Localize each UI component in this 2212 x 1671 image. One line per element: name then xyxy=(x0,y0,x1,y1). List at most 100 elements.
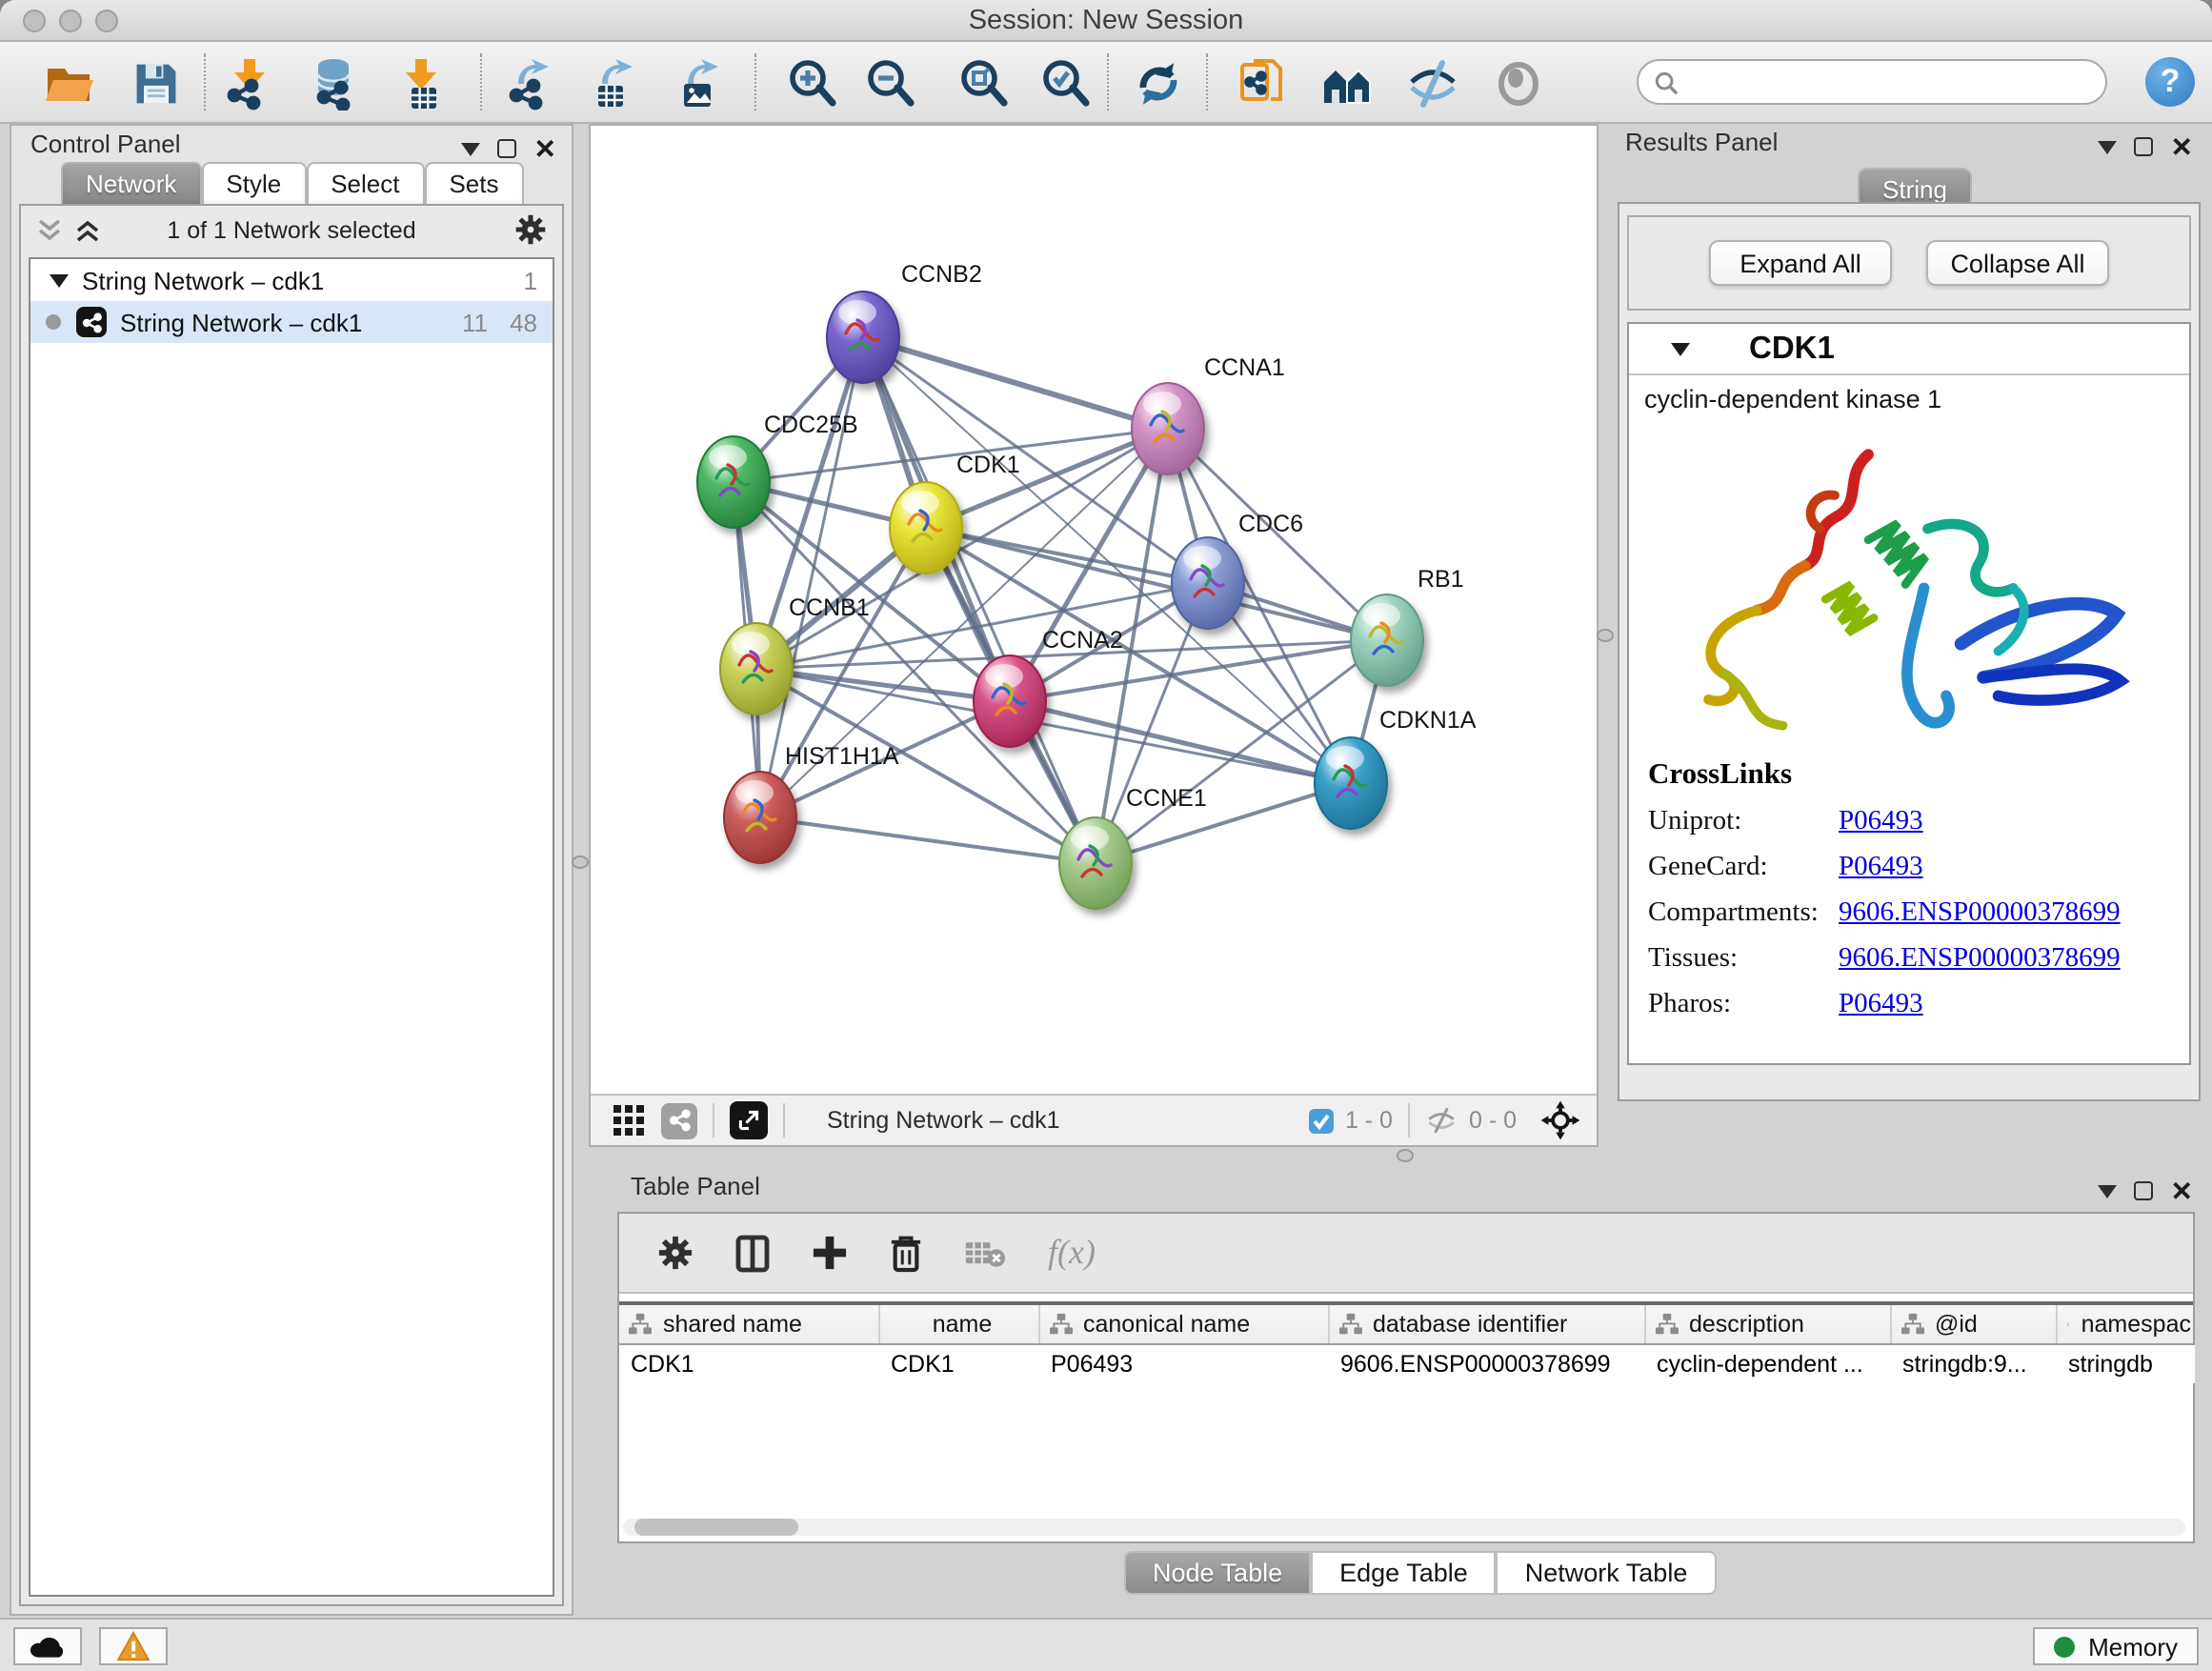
protein-node-CDC6[interactable] xyxy=(1172,537,1244,629)
crosslink-row: Compartments: 9606.ENSP00000378699 xyxy=(1648,897,2121,930)
tab-network-table[interactable]: Network Table xyxy=(1497,1551,1717,1595)
gene-header-row[interactable]: CDK1 xyxy=(1629,324,2189,375)
panel-menu-icon[interactable] xyxy=(462,142,481,155)
crosslink-link[interactable]: 9606.ENSP00000378699 xyxy=(1839,897,2121,930)
protein-node-CCNE1[interactable] xyxy=(1059,817,1132,909)
network-row[interactable]: String Network – cdk1 11 48 xyxy=(30,301,553,343)
protein-node-HIST1H1A[interactable] xyxy=(724,772,796,863)
protein-node-CCNA2[interactable] xyxy=(974,655,1046,747)
zoom-fit-button[interactable] xyxy=(953,53,1014,114)
string-home-button[interactable] xyxy=(1317,53,1377,114)
cell-shared-name[interactable]: CDK1 xyxy=(619,1343,878,1383)
tab-edge-table[interactable]: Edge Table xyxy=(1311,1551,1497,1595)
tab-select[interactable]: Select xyxy=(306,162,424,204)
collapse-all-button[interactable]: Collapse All xyxy=(1926,240,2109,286)
panel-menu-icon[interactable] xyxy=(2099,140,2118,153)
zoom-in-button[interactable] xyxy=(781,53,842,114)
panel-float-icon[interactable] xyxy=(2135,137,2154,156)
search-box[interactable] xyxy=(1637,59,2107,105)
left-splitter-handle[interactable] xyxy=(572,856,589,869)
cell-canonical-name[interactable]: P06493 xyxy=(1038,1343,1328,1383)
bottom-splitter-handle[interactable] xyxy=(1397,1149,1414,1162)
import-network-file-button[interactable] xyxy=(219,53,280,114)
save-session-button[interactable] xyxy=(126,53,187,114)
export-network-button[interactable] xyxy=(501,53,562,114)
tab-node-table[interactable]: Node Table xyxy=(1124,1551,1311,1595)
export-image-button[interactable] xyxy=(667,53,728,114)
scrollbar-thumb[interactable] xyxy=(634,1519,798,1536)
protein-node-CDC25B[interactable] xyxy=(697,436,770,528)
help-button[interactable]: ? xyxy=(2145,57,2195,107)
zoom-selected-button[interactable] xyxy=(1035,53,1096,114)
selected-nodes-checkbox[interactable] xyxy=(1309,1108,1334,1133)
string-results-box: Expand All Collapse All CDK1 cyclin-depe… xyxy=(1618,202,2201,1101)
show-columns-icon[interactable] xyxy=(735,1234,770,1272)
open-session-button[interactable] xyxy=(38,53,99,114)
table-panel: Table Panel ✕ xyxy=(610,1166,2204,1616)
export-table-button[interactable] xyxy=(581,53,642,114)
column-header[interactable]: shared name xyxy=(619,1303,878,1343)
collapse-gene-icon[interactable] xyxy=(1671,342,1690,355)
crosslink-link[interactable]: 9606.ENSP00000378699 xyxy=(1839,943,2121,976)
memory-button[interactable]: Memory xyxy=(2033,1627,2199,1665)
protein-node-CCNB1[interactable] xyxy=(720,623,793,715)
warnings-button[interactable] xyxy=(99,1627,168,1665)
crosslink-link[interactable]: P06493 xyxy=(1839,852,1923,884)
column-header[interactable]: name xyxy=(878,1303,1038,1343)
panel-close-icon[interactable]: ✕ xyxy=(2171,1181,2193,1200)
cell-name[interactable]: CDK1 xyxy=(878,1343,1038,1383)
panel-close-icon[interactable]: ✕ xyxy=(534,139,556,158)
network-options-gear-icon[interactable] xyxy=(514,213,547,246)
zoom-out-button[interactable] xyxy=(859,53,920,114)
delete-column-trash-icon[interactable] xyxy=(890,1234,922,1272)
protein-node-CDKN1A[interactable] xyxy=(1315,737,1387,829)
protein-node-CCNA1[interactable] xyxy=(1132,383,1204,474)
tab-style[interactable]: Style xyxy=(201,162,306,204)
import-network-database-button[interactable] xyxy=(305,53,366,114)
open-in-new-window-icon[interactable] xyxy=(730,1101,768,1139)
table-options-gear-icon[interactable] xyxy=(657,1235,694,1271)
cloud-status-button[interactable] xyxy=(13,1627,82,1665)
search-input[interactable] xyxy=(1679,67,2060,97)
panel-close-icon[interactable]: ✕ xyxy=(2171,137,2193,156)
column-header[interactable]: database identifier xyxy=(1328,1303,1644,1343)
table-panel-title: Table Panel xyxy=(631,1172,760,1200)
tab-sets[interactable]: Sets xyxy=(424,162,523,204)
string-view-icon[interactable] xyxy=(661,1102,697,1138)
panel-float-icon[interactable] xyxy=(498,139,517,158)
node-label-RB1: RB1 xyxy=(1418,566,1464,593)
export-network-icon xyxy=(505,57,558,111)
network-collection-row[interactable]: String Network – cdk1 1 xyxy=(30,259,553,301)
crosslink-link[interactable]: P06493 xyxy=(1839,989,1923,1021)
import-table-file-button[interactable] xyxy=(391,53,452,114)
share-document-button[interactable] xyxy=(1233,53,1294,114)
panel-float-icon[interactable] xyxy=(2135,1181,2154,1200)
tab-network[interactable]: Network xyxy=(61,162,201,204)
protein-node-RB1[interactable] xyxy=(1351,594,1423,686)
column-header[interactable]: @id xyxy=(1890,1303,2056,1343)
horizontal-scrollbar[interactable] xyxy=(623,1519,2185,1536)
column-header[interactable]: namespac xyxy=(2056,1303,2193,1343)
hide-selected-button[interactable] xyxy=(1402,53,1463,114)
cell-description[interactable]: cyclin-dependent ... xyxy=(1644,1343,1890,1383)
protein-node-CDK1[interactable] xyxy=(890,482,962,574)
tree-expand-icon[interactable] xyxy=(50,273,69,287)
network-view-canvas[interactable]: CCNB2CCNA1CDC25BCDK1CDC6RB1CCNB1CCNA2CDK… xyxy=(589,124,1599,1147)
cell-namespace[interactable]: stringdb xyxy=(2056,1343,2193,1383)
create-column-plus-icon[interactable] xyxy=(812,1235,848,1271)
column-header[interactable]: description xyxy=(1644,1303,1890,1343)
table-row[interactable]: CDK1 CDK1 P06493 9606.ENSP00000378699 cy… xyxy=(619,1343,2193,1383)
birds-eye-grid-icon[interactable] xyxy=(613,1105,644,1136)
fit-selected-crosshair-icon[interactable] xyxy=(1539,1099,1581,1141)
network-graph[interactable]: CCNB2CCNA1CDC25BCDK1CDC6RB1CCNB1CCNA2CDK… xyxy=(591,126,1597,1094)
expand-all-button[interactable]: Expand All xyxy=(1709,240,1892,286)
refresh-button[interactable] xyxy=(1128,53,1189,114)
show-all-button[interactable] xyxy=(1488,53,1549,114)
cell-database-identifier[interactable]: 9606.ENSP00000378699 xyxy=(1328,1343,1644,1383)
protein-node-CCNB2[interactable] xyxy=(827,292,899,383)
column-header[interactable]: canonical name xyxy=(1038,1303,1328,1343)
column-namespace-icon xyxy=(1338,1313,1361,1336)
crosslink-link[interactable]: P06493 xyxy=(1839,806,1923,838)
panel-menu-icon[interactable] xyxy=(2099,1184,2118,1198)
cell-id[interactable]: stringdb:9... xyxy=(1890,1343,2056,1383)
